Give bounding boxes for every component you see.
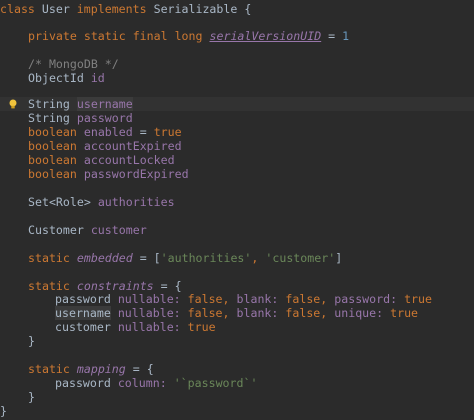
constraint-value bbox=[230, 306, 237, 320]
field-name: embedded bbox=[76, 251, 133, 265]
mapping-field: password bbox=[55, 376, 111, 390]
code-line-class-close: } bbox=[0, 404, 474, 418]
code-editor[interactable]: class User implements Serializable { pri… bbox=[0, 0, 474, 420]
code-line-constraint-password: password nullable: false, blank: false, … bbox=[0, 292, 474, 306]
type-name: ObjectId bbox=[28, 71, 84, 85]
comma: , bbox=[222, 306, 230, 320]
constraint-key: password: bbox=[334, 292, 398, 306]
interface-name: Serializable bbox=[153, 2, 238, 16]
type-name: boolean bbox=[28, 125, 77, 139]
open-brace: { bbox=[244, 2, 252, 16]
serial-version-field: serialVersionUID bbox=[209, 29, 322, 43]
comma: , bbox=[251, 251, 259, 265]
code-line-mapping-password: password column: '`password`' bbox=[0, 376, 474, 390]
field-name: customer bbox=[90, 223, 147, 237]
code-line-constraints-open: static constraints = { bbox=[0, 279, 474, 293]
constraint-value: true bbox=[397, 292, 432, 306]
type-name: boolean bbox=[28, 153, 77, 167]
constraint-key: nullable: bbox=[117, 320, 181, 334]
constraint-value: true bbox=[383, 306, 419, 320]
keyword-class: class bbox=[0, 2, 35, 16]
constraint-field: customer bbox=[55, 320, 111, 334]
constraint-field: password bbox=[55, 292, 111, 306]
constraint-value: false bbox=[278, 292, 321, 306]
open: = { bbox=[132, 362, 154, 376]
keyword-static: static bbox=[28, 251, 70, 265]
mapping-label: column: bbox=[117, 376, 167, 390]
constraint-key: nullable: bbox=[117, 306, 181, 320]
class-name: User bbox=[41, 2, 70, 16]
keyword-implements: implements bbox=[76, 2, 147, 16]
type-name: String bbox=[28, 97, 70, 111]
constraint-key: blank: bbox=[236, 306, 279, 320]
constraint-value: false bbox=[278, 306, 321, 320]
field-name: mapping bbox=[76, 362, 126, 376]
type-name: Set<Role> bbox=[28, 195, 91, 209]
code-line-account-locked: boolean accountLocked bbox=[0, 153, 474, 167]
keyword-static: static bbox=[28, 362, 70, 376]
type-name: boolean bbox=[28, 139, 77, 153]
code-line-constraint-username: username nullable: false, blank: false, … bbox=[0, 306, 474, 320]
field-name: password bbox=[76, 111, 133, 125]
constraint-value: true bbox=[180, 320, 216, 334]
string-literal: 'authorities' bbox=[160, 251, 252, 265]
code-line-enabled: boolean enabled = true bbox=[0, 125, 474, 139]
code-line-mapping-close: } bbox=[0, 390, 474, 404]
comma: , bbox=[222, 292, 230, 306]
type-name: String bbox=[28, 111, 70, 125]
value: true bbox=[153, 125, 182, 139]
type-name: Customer bbox=[28, 223, 84, 237]
code-line-username-current: String username bbox=[0, 97, 474, 111]
code-line-account-expired: boolean accountExpired bbox=[0, 139, 474, 153]
code-line-authorities: Set<Role> authorities bbox=[0, 195, 474, 209]
code-line-mapping-open: static mapping = { bbox=[0, 362, 474, 376]
constraint-value: false bbox=[180, 292, 223, 306]
constraint-body: nullable: false, blank: false, unique: t… bbox=[118, 306, 418, 320]
constraint-field: username bbox=[55, 306, 111, 320]
constraint-key: nullable: bbox=[117, 292, 181, 306]
close-brace: } bbox=[28, 390, 35, 404]
assign: = bbox=[139, 125, 147, 139]
assign: = bbox=[328, 29, 336, 43]
code-line-password: String password bbox=[0, 111, 474, 125]
field-name: accountLocked bbox=[83, 153, 175, 167]
comment-text: /* MongoDB */ bbox=[28, 57, 119, 71]
code-line-constraint-customer: customer nullable: true bbox=[0, 320, 474, 334]
field-name: id bbox=[90, 71, 105, 85]
code-line-serial-version: private static final long serialVersionU… bbox=[0, 29, 474, 43]
type-name: boolean bbox=[28, 167, 77, 181]
serial-value: 1 bbox=[342, 29, 350, 43]
class-close-brace: } bbox=[0, 404, 7, 418]
field-name: accountExpired bbox=[83, 139, 182, 153]
code-line-customer: Customer customer bbox=[0, 223, 474, 237]
field-name: authorities bbox=[97, 195, 175, 209]
field-name: constraints bbox=[76, 279, 154, 293]
open: = { bbox=[160, 279, 182, 293]
constraint-key: blank: bbox=[236, 292, 279, 306]
constraint-key: unique: bbox=[334, 306, 384, 320]
string-literal: 'customer' bbox=[265, 251, 336, 265]
code-line-constraints-close: } bbox=[0, 334, 474, 348]
keyword-static: static bbox=[28, 279, 70, 293]
close: ] bbox=[335, 251, 343, 265]
code-line-password-expired: boolean passwordExpired bbox=[0, 167, 474, 181]
field-name: passwordExpired bbox=[83, 167, 189, 181]
modifiers: private static final long bbox=[28, 29, 203, 43]
constraint-value: false bbox=[180, 306, 223, 320]
field-name: username bbox=[76, 97, 133, 111]
mapping-value: '`password`' bbox=[173, 376, 258, 390]
constraint-value bbox=[230, 292, 237, 306]
constraint-body: nullable: false, blank: false, password:… bbox=[118, 292, 432, 306]
close-brace: } bbox=[28, 334, 35, 348]
field-name: enabled bbox=[83, 125, 133, 139]
code-line-comment: /* MongoDB */ bbox=[0, 57, 474, 71]
constraint-body: nullable: true bbox=[118, 320, 216, 334]
open: = [ bbox=[139, 251, 161, 265]
code-line-embedded: static embedded = ['authorities', 'custo… bbox=[0, 251, 474, 265]
code-line-objectid: ObjectId id bbox=[0, 71, 474, 85]
code-line-class-declaration: class User implements Serializable { bbox=[0, 2, 474, 16]
